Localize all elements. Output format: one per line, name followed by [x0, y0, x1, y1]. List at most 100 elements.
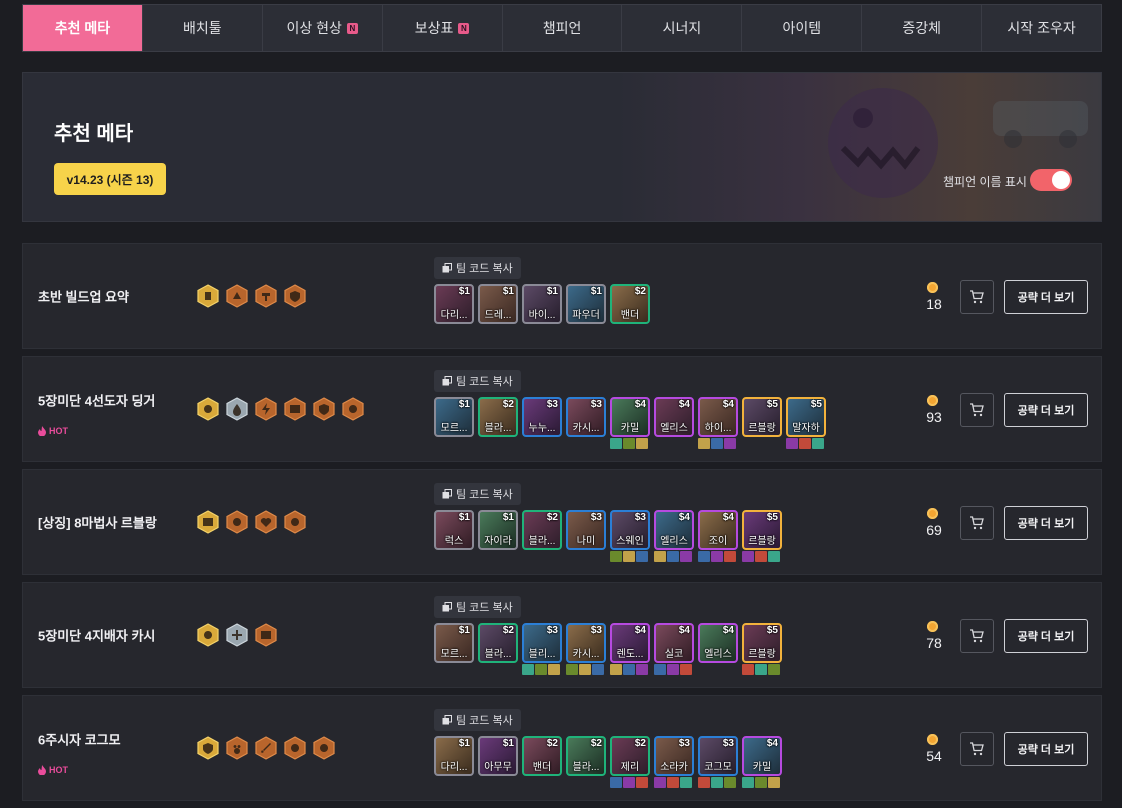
champion-portrait[interactable]: $2 블라... — [566, 736, 606, 776]
more-guide-button[interactable]: 공략 더 보기 — [1004, 732, 1088, 766]
item-icon[interactable] — [548, 664, 560, 675]
champion-portrait[interactable]: $4 엘리스 — [698, 623, 738, 663]
nav-tab[interactable]: 배치툴 — [143, 5, 263, 51]
item-icon[interactable] — [623, 777, 635, 788]
champion-portrait[interactable]: $1 다리... — [434, 284, 474, 324]
item-icon[interactable] — [711, 777, 723, 788]
cart-button[interactable] — [960, 732, 994, 766]
champion-portrait[interactable]: $4 카밀 — [742, 736, 782, 776]
champion-portrait[interactable]: $4 엘리스 — [654, 510, 694, 550]
item-icon[interactable] — [535, 664, 547, 675]
item-icon[interactable] — [654, 777, 666, 788]
champion-portrait[interactable]: $5 르블랑 — [742, 397, 782, 437]
more-guide-button[interactable]: 공략 더 보기 — [1004, 393, 1088, 427]
champion-portrait[interactable]: $4 하이... — [698, 397, 738, 437]
more-guide-button[interactable]: 공략 더 보기 — [1004, 280, 1088, 314]
champion-portrait[interactable]: $4 실코 — [654, 623, 694, 663]
champion-portrait[interactable]: $1 자이라 — [478, 510, 518, 550]
drop-icon[interactable] — [225, 397, 249, 421]
champion-portrait[interactable]: $5 말자하 — [786, 397, 826, 437]
bolt-icon[interactable] — [254, 397, 278, 421]
item-icon[interactable] — [768, 551, 780, 562]
item-icon[interactable] — [711, 551, 723, 562]
item-icon[interactable] — [636, 438, 648, 449]
item-icon[interactable] — [812, 438, 824, 449]
champion-portrait[interactable]: $5 르블랑 — [742, 623, 782, 663]
champion-portrait[interactable]: $4 렌도... — [610, 623, 650, 663]
shield-icon[interactable] — [196, 736, 220, 760]
champion-portrait[interactable]: $2 블라... — [478, 397, 518, 437]
shield-icon[interactable] — [283, 284, 307, 308]
item-icon[interactable] — [711, 438, 723, 449]
copy-team-code-button[interactable]: 팀 코드 복사 — [434, 257, 521, 279]
gear-icon[interactable] — [196, 623, 220, 647]
item-icon[interactable] — [680, 777, 692, 788]
item-icon[interactable] — [667, 777, 679, 788]
hammer-icon[interactable] — [254, 284, 278, 308]
copy-team-code-button[interactable]: 팀 코드 복사 — [434, 709, 521, 731]
item-icon[interactable] — [592, 664, 604, 675]
cross-icon[interactable] — [225, 623, 249, 647]
item-icon[interactable] — [755, 551, 767, 562]
champion-portrait[interactable]: $2 밴더 — [522, 736, 562, 776]
item-icon[interactable] — [768, 777, 780, 788]
champion-portrait[interactable]: $2 제리 — [610, 736, 650, 776]
item-icon[interactable] — [799, 438, 811, 449]
item-icon[interactable] — [654, 664, 666, 675]
book-icon[interactable] — [196, 510, 220, 534]
item-icon[interactable] — [724, 551, 736, 562]
item-icon[interactable] — [522, 664, 534, 675]
champion-portrait[interactable]: $3 카시... — [566, 397, 606, 437]
copy-team-code-button[interactable]: 팀 코드 복사 — [434, 596, 521, 618]
cart-button[interactable] — [960, 506, 994, 540]
item-icon[interactable] — [755, 777, 767, 788]
item-icon[interactable] — [667, 551, 679, 562]
nav-tab[interactable]: 보상표 N — [383, 5, 503, 51]
champion-portrait[interactable]: $3 블리... — [522, 623, 562, 663]
more-guide-button[interactable]: 공략 더 보기 — [1004, 619, 1088, 653]
champion-portrait[interactable]: $1 모르... — [434, 623, 474, 663]
comp-title[interactable]: [상징] 8마법사 르블랑 — [38, 513, 157, 532]
item-icon[interactable] — [786, 438, 798, 449]
item-icon[interactable] — [667, 664, 679, 675]
sword-icon[interactable] — [254, 736, 278, 760]
version-badge[interactable]: v14.23 (시즌 13) — [54, 163, 166, 195]
item-icon[interactable] — [579, 664, 591, 675]
book-icon[interactable] — [283, 397, 307, 421]
item-icon[interactable] — [742, 551, 754, 562]
item-icon[interactable] — [680, 551, 692, 562]
comp-title[interactable]: 5장미단 4선도자 딩거 — [38, 391, 155, 410]
item-icon[interactable] — [623, 664, 635, 675]
champion-portrait[interactable]: $2 블라... — [522, 510, 562, 550]
item-icon[interactable] — [698, 551, 710, 562]
nav-tab[interactable]: 시너지 — [622, 5, 743, 51]
item-icon[interactable] — [724, 777, 736, 788]
heart-icon[interactable] — [254, 510, 278, 534]
more-guide-button[interactable]: 공략 더 보기 — [1004, 506, 1088, 540]
comp-title[interactable]: 5장미단 4지배자 카시 — [38, 626, 155, 645]
champion-portrait[interactable]: $5 르블랑 — [742, 510, 782, 550]
copy-team-code-button[interactable]: 팀 코드 복사 — [434, 483, 521, 505]
item-icon[interactable] — [724, 438, 736, 449]
champion-portrait[interactable]: $4 엘리스 — [654, 397, 694, 437]
rose-icon[interactable] — [341, 397, 365, 421]
item-icon[interactable] — [623, 438, 635, 449]
champion-portrait[interactable]: $4 카밀 — [610, 397, 650, 437]
item-icon[interactable] — [636, 664, 648, 675]
champion-portrait[interactable]: $2 블라... — [478, 623, 518, 663]
champion-portrait[interactable]: $2 밴더 — [610, 284, 650, 324]
champion-portrait[interactable]: $1 다리... — [434, 736, 474, 776]
item-icon[interactable] — [610, 551, 622, 562]
champion-portrait[interactable]: $3 나미 — [566, 510, 606, 550]
item-icon[interactable] — [755, 664, 767, 675]
item-icon[interactable] — [768, 664, 780, 675]
item-icon[interactable] — [654, 551, 666, 562]
gear-icon[interactable] — [225, 510, 249, 534]
champion-portrait[interactable]: $3 스웨인 — [610, 510, 650, 550]
champion-portrait[interactable]: $3 카시... — [566, 623, 606, 663]
paw-icon[interactable] — [225, 736, 249, 760]
item-icon[interactable] — [742, 777, 754, 788]
champion-portrait[interactable]: $1 모르... — [434, 397, 474, 437]
cog-icon[interactable] — [283, 736, 307, 760]
item-icon[interactable] — [610, 438, 622, 449]
